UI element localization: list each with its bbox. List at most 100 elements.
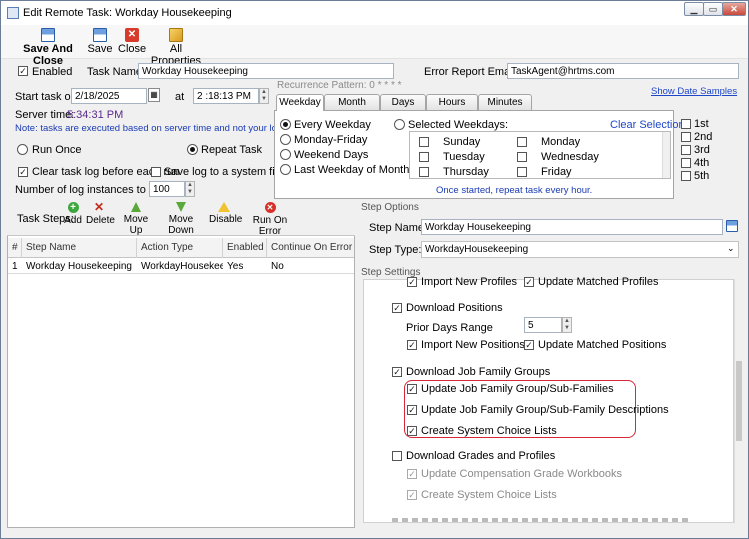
col-enabled[interactable]: Enabled <box>223 238 267 258</box>
download-job-family-groups-checkbox[interactable]: ✓ <box>392 367 402 377</box>
log-instances-spinner[interactable]: ▲ ▼ <box>185 181 195 197</box>
save-step-name-icon[interactable] <box>726 220 738 232</box>
tab-days[interactable]: Days <box>380 94 426 110</box>
chevron-down-icon: ⌄ <box>727 243 735 253</box>
close-icon: ✕ <box>125 28 139 42</box>
row-number: 1 <box>12 261 18 272</box>
error-email-input[interactable] <box>507 63 739 79</box>
prior-days-input[interactable] <box>524 317 562 333</box>
log-instances-input[interactable] <box>149 181 185 197</box>
download-positions-label: Download Positions <box>406 302 503 314</box>
server-time-value: 5:34:31 PM <box>67 109 124 121</box>
maximize-button[interactable]: ▭ <box>703 2 723 16</box>
show-date-samples-link[interactable]: Show Date Samples <box>651 86 737 97</box>
update-matched-positions-checkbox[interactable]: ✓ <box>524 340 534 350</box>
update-jfg-checkbox[interactable]: ✓ <box>407 384 417 394</box>
tab-month[interactable]: Month <box>324 94 380 110</box>
arrow-down-icon <box>176 202 186 212</box>
update-matched-positions-label: Update Matched Positions <box>538 339 667 351</box>
run-on-error-button[interactable]: ✕ Run On Error <box>245 202 295 237</box>
task-name-input[interactable] <box>138 63 394 79</box>
settings-scrollbar[interactable] <box>734 279 742 523</box>
step-name-input[interactable] <box>421 219 723 235</box>
tab-minutes[interactable]: Minutes <box>478 94 532 110</box>
create-choice-lists-checkbox[interactable]: ✓ <box>407 426 417 436</box>
save-log-checkbox[interactable] <box>151 167 161 177</box>
settings-scrollbar-thumb[interactable] <box>736 361 742 441</box>
import-new-positions-label: Import New Positions <box>421 339 525 351</box>
start-date-input[interactable] <box>71 88 147 104</box>
weekdays-scrollbar[interactable] <box>662 132 670 178</box>
ordinal-3rd-checkbox[interactable] <box>681 145 691 155</box>
prior-days-range-label: Prior Days Range <box>406 322 493 334</box>
sunday-checkbox[interactable] <box>419 137 429 147</box>
col-step-name[interactable]: Step Name <box>22 238 137 258</box>
minimize-button[interactable]: ▁ <box>684 2 704 16</box>
thursday-checkbox[interactable] <box>419 167 429 177</box>
import-new-positions-checkbox[interactable]: ✓ <box>407 340 417 350</box>
row-action-type: WorkdayHousekeeping <box>141 261 223 272</box>
col-action-type[interactable]: Action Type <box>137 238 223 258</box>
last-weekday-radio[interactable] <box>280 164 291 175</box>
update-jfg-desc-checkbox[interactable]: ✓ <box>407 405 417 415</box>
col-number[interactable]: # <box>8 238 22 258</box>
add-icon: + <box>67 202 79 213</box>
thursday-label: Thursday <box>443 166 489 178</box>
selected-weekdays-radio[interactable] <box>394 119 405 130</box>
all-properties-button[interactable]: All Properties <box>149 25 203 67</box>
save-and-close-button[interactable]: Save And Close <box>13 25 83 67</box>
server-time-label: Server time: <box>15 109 75 121</box>
monday-friday-label: Monday-Friday <box>294 134 368 146</box>
ordinal-1st-label: 1st <box>694 118 709 130</box>
cutoff-row-hint <box>392 518 692 522</box>
ordinal-1st-checkbox[interactable] <box>681 119 691 129</box>
download-positions-checkbox[interactable]: ✓ <box>392 303 402 313</box>
tab-weekday[interactable]: Weekday <box>276 94 324 111</box>
disable-step-button[interactable]: Disable <box>209 202 242 225</box>
enabled-checkbox[interactable]: ✓ <box>18 66 28 76</box>
every-weekday-label: Every Weekday <box>294 119 371 131</box>
run-once-radio[interactable] <box>17 144 28 155</box>
start-time-input[interactable] <box>193 88 259 104</box>
friday-checkbox[interactable] <box>517 167 527 177</box>
clear-log-checkbox[interactable]: ✓ <box>18 167 28 177</box>
delete-step-button[interactable]: ✕ Delete <box>86 201 115 226</box>
edit-remote-task-window: Edit Remote Task: Workday Housekeeping ▁… <box>0 0 749 539</box>
step-type-select[interactable]: WorkdayHousekeeping ⌄ <box>421 241 739 258</box>
move-up-button[interactable]: Move Up <box>119 202 153 236</box>
tab-hours[interactable]: Hours <box>426 94 478 110</box>
monday-friday-radio[interactable] <box>280 134 291 145</box>
ordinal-2nd-label: 2nd <box>694 131 713 143</box>
window-title: Edit Remote Task: Workday Housekeeping <box>23 7 232 19</box>
row-continue: No <box>271 261 284 272</box>
save-button[interactable]: Save <box>87 25 113 59</box>
weekend-days-radio[interactable] <box>280 149 291 160</box>
add-step-button[interactable]: + Add <box>64 202 82 226</box>
ordinal-5th-checkbox[interactable] <box>681 171 691 181</box>
create-choice-lists-label: Create System Choice Lists <box>421 425 557 437</box>
close-window-button[interactable]: ✕ <box>722 2 746 16</box>
tuesday-checkbox[interactable] <box>419 152 429 162</box>
clear-selection-link[interactable]: Clear Selection <box>610 119 685 131</box>
monday-checkbox[interactable] <box>517 137 527 147</box>
close-button[interactable]: ✕ Close <box>118 25 146 59</box>
repeat-task-radio[interactable] <box>187 144 198 155</box>
wednesday-checkbox[interactable] <box>517 152 527 162</box>
wednesday-label: Wednesday <box>541 151 599 163</box>
every-weekday-radio[interactable] <box>280 119 291 130</box>
prior-days-spinner[interactable]: ▲ ▼ <box>562 317 572 333</box>
download-grades-checkbox[interactable] <box>392 451 402 461</box>
time-spinner[interactable]: ▲ ▼ <box>259 88 269 104</box>
recurrence-summary: Once started, repeat task every hour. <box>436 185 593 196</box>
table-row[interactable]: 1 Workday Housekeeping WorkdayHousekeepi… <box>8 260 354 274</box>
ordinal-2nd-checkbox[interactable] <box>681 132 691 142</box>
update-matched-profiles-checkbox[interactable]: ✓ <box>524 277 534 287</box>
ordinal-4th-checkbox[interactable] <box>681 158 691 168</box>
update-jfg-label: Update Job Family Group/Sub-Families <box>421 383 614 395</box>
properties-icon <box>169 28 183 42</box>
calendar-icon[interactable]: ▦ <box>148 88 160 102</box>
run-once-label: Run Once <box>32 144 82 156</box>
col-continue-on-error[interactable]: Continue On Error <box>267 238 354 258</box>
move-down-button[interactable]: Move Down <box>159 202 203 236</box>
import-new-profiles-checkbox[interactable]: ✓ <box>407 277 417 287</box>
